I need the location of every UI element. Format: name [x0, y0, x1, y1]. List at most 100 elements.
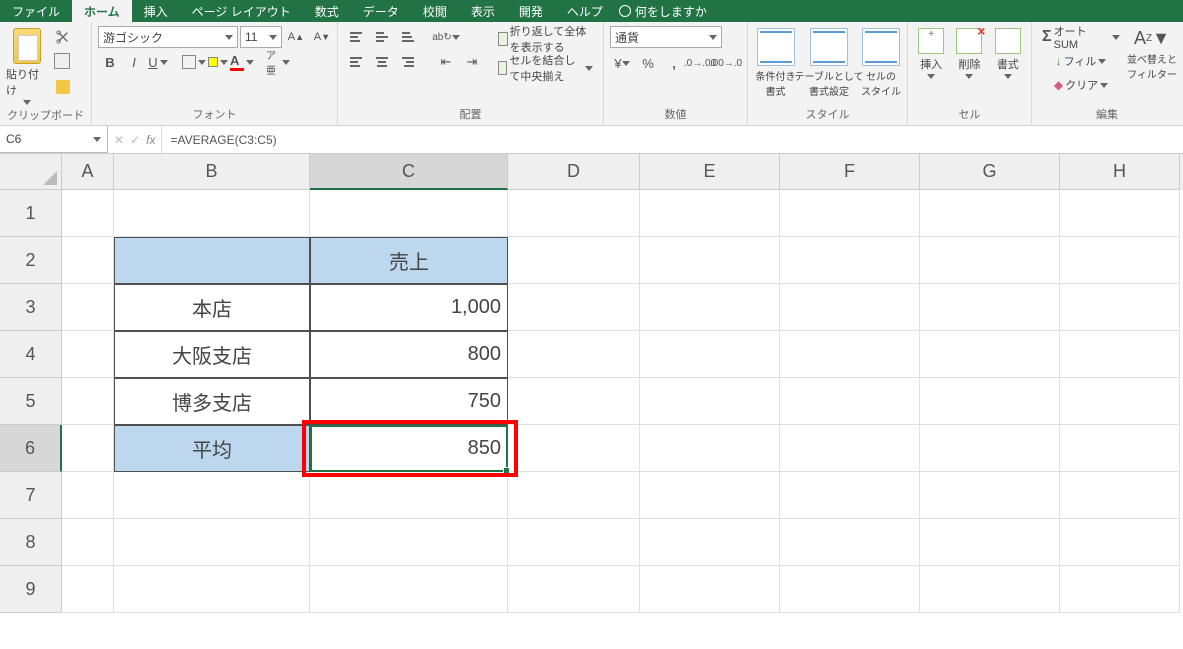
tab-review[interactable]: 校閲 [411, 0, 459, 22]
row-header-7[interactable]: 7 [0, 472, 62, 519]
cell-C1[interactable] [310, 190, 508, 237]
cell-F1[interactable] [780, 190, 920, 237]
row-header-5[interactable]: 5 [0, 378, 62, 425]
font-color-button[interactable]: A [230, 51, 254, 73]
cell-D7[interactable] [508, 472, 640, 519]
conditional-format-button[interactable]: 条件付き 書式 [754, 26, 797, 98]
tab-insert[interactable]: 挿入 [132, 0, 180, 22]
cell-H8[interactable] [1060, 519, 1180, 566]
increase-indent-button[interactable]: ⇥ [460, 51, 484, 73]
phonetic-button[interactable]: ア亜 [266, 51, 290, 73]
cell-G4[interactable] [920, 331, 1060, 378]
row-header-3[interactable]: 3 [0, 284, 62, 331]
cell-A7[interactable] [62, 472, 114, 519]
cell-E1[interactable] [640, 190, 780, 237]
cell-D3[interactable] [508, 284, 640, 331]
copy-button[interactable] [52, 51, 74, 73]
cell-E5[interactable] [640, 378, 780, 425]
cell-B6[interactable]: 平均 [114, 425, 310, 472]
bold-button[interactable]: B [98, 51, 122, 73]
font-size-select[interactable]: 11 [240, 26, 282, 48]
align-top-button[interactable] [344, 26, 368, 48]
cell-H9[interactable] [1060, 566, 1180, 613]
align-center-button[interactable] [370, 51, 394, 73]
cell-F4[interactable] [780, 331, 920, 378]
tab-view[interactable]: 表示 [459, 0, 507, 22]
clear-button[interactable]: ◆クリア [1038, 74, 1124, 96]
fill-color-button[interactable] [206, 51, 230, 73]
cell-A6[interactable] [62, 425, 114, 472]
tab-home[interactable]: ホーム [72, 0, 132, 22]
delete-cells-button[interactable]: 削除 [952, 26, 986, 79]
cell-G8[interactable] [920, 519, 1060, 566]
cell-B7[interactable] [114, 472, 310, 519]
cell-C5[interactable]: 750 [310, 378, 508, 425]
tab-developer[interactable]: 開発 [507, 0, 555, 22]
comma-format-button[interactable]: , [662, 52, 686, 74]
cell-G5[interactable] [920, 378, 1060, 425]
cell-D4[interactable] [508, 331, 640, 378]
cell-F8[interactable] [780, 519, 920, 566]
wrap-text-button[interactable]: 折り返して全体を表示する [494, 26, 597, 52]
enter-formula-button[interactable]: ✓ [130, 133, 140, 147]
accounting-format-button[interactable]: ¥ [610, 52, 634, 74]
underline-button[interactable]: U [146, 51, 170, 73]
format-cells-button[interactable]: 書式 [991, 26, 1025, 79]
cell-C3[interactable]: 1,000 [310, 284, 508, 331]
tab-pagelayout[interactable]: ページ レイアウト [180, 0, 303, 22]
cell-E2[interactable] [640, 237, 780, 284]
orientation-button[interactable]: ab↻ [434, 26, 458, 48]
cell-D2[interactable] [508, 237, 640, 284]
align-middle-button[interactable] [370, 26, 394, 48]
cell-C4[interactable]: 800 [310, 331, 508, 378]
decrease-decimal-button[interactable]: .00→.0 [714, 52, 738, 74]
cell-H3[interactable] [1060, 284, 1180, 331]
align-right-button[interactable] [396, 51, 420, 73]
cell-B3[interactable]: 本店 [114, 284, 310, 331]
cell-D1[interactable] [508, 190, 640, 237]
decrease-font-button[interactable]: A▼ [310, 26, 334, 48]
cell-F7[interactable] [780, 472, 920, 519]
cell-E3[interactable] [640, 284, 780, 331]
cell-A8[interactable] [62, 519, 114, 566]
cell-H2[interactable] [1060, 237, 1180, 284]
col-header-G[interactable]: G [920, 154, 1060, 190]
border-button[interactable] [182, 51, 206, 73]
cell-H7[interactable] [1060, 472, 1180, 519]
cell-A9[interactable] [62, 566, 114, 613]
cell-B8[interactable] [114, 519, 310, 566]
col-header-C[interactable]: C [310, 154, 508, 190]
increase-decimal-button[interactable]: .0→.00 [688, 52, 712, 74]
cell-A2[interactable] [62, 237, 114, 284]
cell-G6[interactable] [920, 425, 1060, 472]
cell-E9[interactable] [640, 566, 780, 613]
col-header-A[interactable]: A [62, 154, 114, 190]
row-header-2[interactable]: 2 [0, 237, 62, 284]
cell-G3[interactable] [920, 284, 1060, 331]
tell-me-search[interactable]: 何をしますか [619, 0, 707, 22]
cell-B1[interactable] [114, 190, 310, 237]
number-format-select[interactable]: 通貨 [610, 26, 722, 48]
cell-C2[interactable]: 売上 [310, 237, 508, 284]
cell-G2[interactable] [920, 237, 1060, 284]
tab-file[interactable]: ファイル [0, 0, 72, 22]
row-header-4[interactable]: 4 [0, 331, 62, 378]
cell-G7[interactable] [920, 472, 1060, 519]
spreadsheet-grid[interactable]: A B C D E F G H 1 2売上 3本店1,000 4大阪支店800 … [0, 154, 1183, 649]
autosum-button[interactable]: Σオート SUM [1038, 26, 1124, 48]
insert-cells-button[interactable]: 挿入 [914, 26, 948, 79]
paste-button[interactable]: 貼り付け [6, 26, 48, 105]
formula-input[interactable]: =AVERAGE(C3:C5) [162, 126, 1183, 153]
cell-E6[interactable] [640, 425, 780, 472]
decrease-indent-button[interactable]: ⇤ [434, 51, 458, 73]
cancel-formula-button[interactable]: ✕ [114, 133, 124, 147]
col-header-E[interactable]: E [640, 154, 780, 190]
cell-styles-button[interactable]: セルの スタイル [861, 26, 901, 98]
cut-button[interactable] [52, 26, 74, 48]
cell-G9[interactable] [920, 566, 1060, 613]
col-header-H[interactable]: H [1060, 154, 1180, 190]
cell-B4[interactable]: 大阪支店 [114, 331, 310, 378]
cell-E8[interactable] [640, 519, 780, 566]
cell-C9[interactable] [310, 566, 508, 613]
cell-F5[interactable] [780, 378, 920, 425]
